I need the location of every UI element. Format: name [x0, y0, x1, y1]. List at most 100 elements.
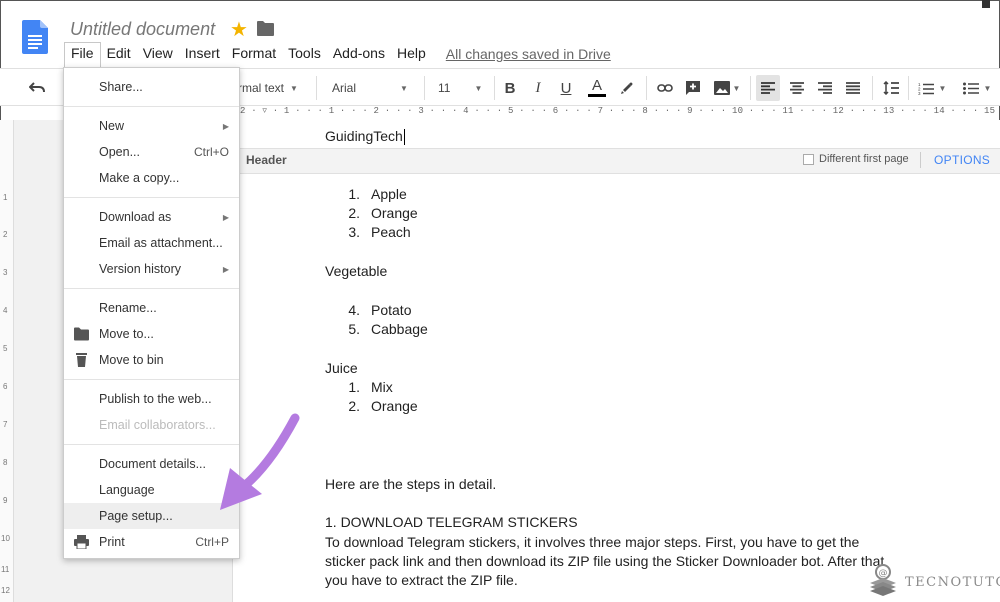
document-title[interactable]: Untitled document [70, 19, 215, 40]
menu-move-to-bin[interactable]: Move to bin [64, 347, 239, 373]
menu-label: Rename... [99, 301, 157, 315]
bold-button[interactable]: B [500, 69, 520, 107]
chevron-down-icon: ▼ [400, 83, 408, 93]
list-number: 1. [348, 186, 360, 202]
list-number: 5. [348, 321, 360, 337]
add-comment-icon[interactable] [682, 69, 704, 107]
menu-addons[interactable]: Add-ons [327, 43, 391, 65]
svg-text:3: 3 [918, 91, 921, 95]
watermark-text: TECNOTUTO [905, 575, 1000, 590]
submenu-arrow-icon: ▶ [222, 264, 229, 274]
menu-share[interactable]: Share... [64, 74, 239, 100]
ruler-mark: 9 [3, 496, 8, 505]
shortcut-label: Ctrl+P [195, 535, 229, 549]
folder-icon[interactable] [257, 21, 274, 36]
list-number: 3. [348, 224, 360, 240]
bulleted-list-icon[interactable]: ▼ [958, 69, 996, 107]
watermark-logo-icon: @ [870, 564, 896, 596]
menu-divider [64, 106, 239, 107]
menu-format[interactable]: Format [226, 43, 282, 65]
different-first-page-label[interactable]: Different first page [819, 153, 909, 165]
underline-button[interactable]: U [556, 69, 576, 107]
ruler-mark: 4 [3, 306, 8, 315]
align-center-icon[interactable] [786, 69, 808, 107]
menu-help[interactable]: Help [391, 43, 432, 65]
saved-status-link[interactable]: All changes saved in Drive [446, 46, 611, 62]
star-icon[interactable]: ★ [230, 17, 248, 42]
font-size-dropdown[interactable]: 11 ▼ [438, 69, 486, 107]
menu-insert[interactable]: Insert [179, 43, 226, 65]
menu-label: Download as [99, 210, 172, 224]
menu-label: Move to bin [99, 353, 164, 367]
menu-print[interactable]: Print Ctrl+P [64, 529, 239, 555]
menu-divider [64, 288, 239, 289]
menu-open[interactable]: Open... Ctrl+O [64, 139, 239, 165]
link-icon[interactable] [654, 69, 676, 107]
paragraph-steps-intro[interactable]: Here are the steps in detail. [325, 476, 496, 492]
header-text: GuidingTech [325, 128, 403, 144]
list-item[interactable]: Mix [371, 379, 393, 395]
horizontal-ruler[interactable]: 2 · ▿ · 1 · · · 1 · · · 2 · · · 3 · · · … [240, 106, 1000, 120]
list-item[interactable]: Peach [371, 224, 411, 240]
list-item[interactable]: Apple [371, 186, 407, 202]
window-corner [982, 0, 990, 8]
chevron-down-icon: ▼ [983, 83, 992, 93]
paragraph-line[interactable]: To download Telegram stickers, it involv… [325, 534, 859, 550]
annotation-arrow [220, 413, 300, 510]
toolbar-divider [872, 76, 873, 100]
menu-edit[interactable]: Edit [101, 43, 137, 65]
header-options-button[interactable]: OPTIONS [934, 153, 990, 167]
menu-tools[interactable]: Tools [282, 43, 327, 65]
chevron-down-icon: ▼ [474, 83, 483, 93]
ruler-mark: 5 [3, 344, 8, 353]
vertical-ruler[interactable]: 1 2 3 4 5 6 7 8 9 10 11 12 [0, 120, 14, 602]
chevron-down-icon: ▼ [290, 83, 298, 93]
menu-label: Open... [99, 145, 140, 159]
paragraph-line[interactable]: sticker pack link and then download its … [325, 553, 884, 569]
print-icon [74, 535, 89, 549]
paragraph-line[interactable]: you have to extract the ZIP file. [325, 572, 518, 588]
menu-publish-web[interactable]: Publish to the web... [64, 386, 239, 412]
line-spacing-icon[interactable] [880, 69, 902, 107]
justify-icon[interactable] [842, 69, 864, 107]
docs-logo-icon[interactable] [22, 20, 48, 54]
list-item[interactable]: Cabbage [371, 321, 428, 337]
align-right-icon[interactable] [814, 69, 836, 107]
text-color-button[interactable]: A [586, 69, 608, 107]
menu-file[interactable]: File [64, 41, 101, 67]
different-first-page-checkbox[interactable] [803, 154, 814, 165]
ruler-mark: 6 [3, 382, 8, 391]
list-number: 2. [348, 398, 360, 414]
submenu-arrow-icon: ▶ [222, 212, 229, 222]
style-dropdown[interactable]: rmal text ▼ [238, 69, 308, 107]
highlight-icon[interactable] [616, 69, 638, 107]
step-heading[interactable]: 1. DOWNLOAD TELEGRAM STICKERS [325, 514, 578, 530]
list-item[interactable]: Orange [371, 398, 418, 414]
menu-view[interactable]: View [137, 43, 179, 65]
menu-version-history[interactable]: Version history ▶ [64, 256, 239, 282]
menu-bar: File Edit View Insert Format Tools Add-o… [64, 41, 611, 67]
menu-label: Document details... [99, 457, 206, 471]
italic-button[interactable]: I [528, 69, 548, 107]
menu-new[interactable]: New ▶ [64, 113, 239, 139]
paragraph-juice[interactable]: Juice [325, 360, 358, 376]
svg-text:@: @ [879, 569, 888, 579]
text-color-swatch [588, 94, 606, 97]
menu-make-copy[interactable]: Make a copy... [64, 165, 239, 191]
chevron-down-icon: ▼ [938, 83, 947, 93]
menu-rename[interactable]: Rename... [64, 295, 239, 321]
undo-icon[interactable] [26, 69, 48, 107]
paragraph-vegetable[interactable]: Vegetable [325, 263, 387, 279]
align-left-icon[interactable] [756, 75, 780, 101]
menu-download-as[interactable]: Download as ▶ [64, 204, 239, 230]
menu-move-to[interactable]: Move to... [64, 321, 239, 347]
list-item[interactable]: Potato [371, 302, 411, 318]
menu-email-attachment[interactable]: Email as attachment... [64, 230, 239, 256]
insert-image-icon[interactable]: ▼ [710, 69, 744, 107]
numbered-list-icon[interactable]: 123 ▼ [914, 69, 950, 107]
font-dropdown[interactable]: Arial ▼ [332, 69, 414, 107]
menu-label: Language [99, 483, 155, 497]
list-item[interactable]: Orange [371, 205, 418, 221]
header-content[interactable]: GuidingTech [325, 128, 405, 146]
ruler-mark: 8 [3, 458, 8, 467]
